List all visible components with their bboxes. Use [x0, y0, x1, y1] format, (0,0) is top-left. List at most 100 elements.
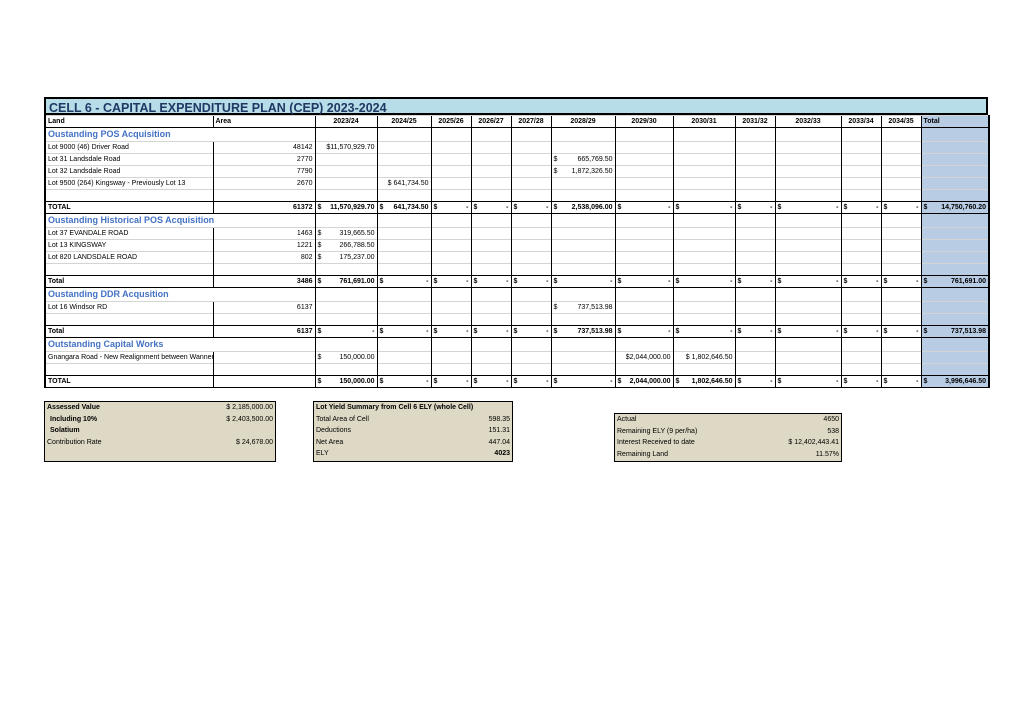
- cell: [212, 363, 315, 376]
- year-value: [510, 351, 551, 364]
- total-cell: [920, 301, 990, 314]
- cell: [430, 363, 471, 376]
- cell: [212, 189, 315, 202]
- lot-yield-row: Deductions 151.31: [314, 425, 512, 437]
- total-value: $ -: [672, 201, 735, 214]
- spacer-row: [44, 263, 990, 276]
- cep-table: Land Area 2023/24 2024/25 2025/26 2026/27 2027…: [44, 115, 990, 388]
- cell: [734, 313, 775, 326]
- total-value: $ -: [734, 375, 775, 388]
- total-cell: [920, 189, 990, 202]
- year-value: $150,000.00: [314, 351, 377, 364]
- year-value: [550, 351, 615, 364]
- year-value: [470, 301, 511, 314]
- table-row: Lot 32 Landsdale Road 7790 $1,872,326.50: [44, 165, 990, 178]
- cell: [550, 287, 615, 302]
- year-value: [880, 351, 921, 364]
- column-header: 2028/29: [550, 115, 615, 128]
- year-value: $737,513.98: [550, 301, 615, 314]
- lot-yield-heading-row: Lot Yield Summary from Cell 6 ELY (whole…: [314, 402, 512, 414]
- land-area: 48142: [212, 141, 315, 154]
- assessed-label: Including 10%: [50, 415, 98, 423]
- cell: [774, 213, 841, 228]
- year-value: [314, 301, 377, 314]
- total-value: $ -: [510, 375, 551, 388]
- cell: [430, 213, 471, 228]
- cell: [470, 127, 511, 142]
- year-value: [734, 153, 775, 166]
- total-value: $ -: [614, 325, 673, 338]
- cell: [774, 313, 841, 326]
- lot-yield-box: Lot Yield Summary from Cell 6 ELY (whole…: [313, 401, 513, 462]
- column-header: 2025/26: [430, 115, 471, 128]
- cell: [550, 213, 615, 228]
- total-value: $3,996,646.50: [920, 375, 990, 388]
- land-name: Lot 32 Landsdale Road: [44, 165, 213, 178]
- cell: [550, 337, 615, 352]
- year-value: $1,872,326.50: [550, 165, 615, 178]
- total-value: $ -: [840, 275, 881, 288]
- year-value: [470, 165, 511, 178]
- cell: [614, 189, 673, 202]
- column-header: 2026/27: [470, 115, 511, 128]
- spacer-row: [44, 363, 990, 376]
- section-heading: Outstanding Capital Works: [44, 337, 315, 352]
- year-value: [470, 177, 511, 190]
- cell: [840, 189, 881, 202]
- year-value: [734, 227, 775, 240]
- assessed-value: $ 24,678.00: [236, 438, 273, 446]
- land-area: 802: [212, 251, 315, 264]
- land-name: Lot 820 LANDSDALE ROAD: [44, 251, 213, 264]
- cell: [880, 263, 921, 276]
- year-value: [880, 227, 921, 240]
- total-value: $ -: [614, 275, 673, 288]
- cell: [314, 263, 377, 276]
- year-value: [376, 251, 431, 264]
- year-value: [510, 227, 551, 240]
- year-value: [550, 177, 615, 190]
- cell: [840, 313, 881, 326]
- cell: [734, 263, 775, 276]
- year-value: [840, 251, 881, 264]
- cell: [614, 263, 673, 276]
- total-cell: [920, 337, 990, 352]
- table-row: Lot 16 Windsor RD 6137 $737,513.98: [44, 301, 990, 314]
- year-value: [510, 251, 551, 264]
- total-value: $ -: [880, 201, 921, 214]
- cell: [212, 263, 315, 276]
- cell: [840, 127, 881, 142]
- total-value: $641,734.50: [376, 201, 431, 214]
- assessed-row: Including 10% $ 2,403,500.00: [45, 414, 275, 426]
- cell: [510, 213, 551, 228]
- total-value: $ -: [734, 201, 775, 214]
- year-value: [840, 301, 881, 314]
- cell: [376, 363, 431, 376]
- year-value: [430, 251, 471, 264]
- column-header: 2027/28: [510, 115, 551, 128]
- cep-sheet: CELL 6 - CAPITAL EXPENDITURE PLAN (CEP) …: [44, 97, 990, 388]
- table-row: Gnangara Road - New Realignment between …: [44, 351, 990, 364]
- cell: [314, 287, 377, 302]
- cell: [880, 313, 921, 326]
- year-value: [880, 301, 921, 314]
- total-area: 3486: [212, 275, 315, 288]
- cell: [470, 189, 511, 202]
- year-value: [614, 251, 673, 264]
- total-cell: [920, 141, 990, 154]
- year-value: [672, 227, 735, 240]
- cell: [510, 363, 551, 376]
- cell: [614, 127, 673, 142]
- section-heading: Oustanding Historical POS Acquisition: [44, 213, 315, 228]
- column-header: 2023/24: [314, 115, 377, 128]
- spacer-row: [44, 313, 990, 326]
- section-heading-row: Oustanding POS Acquisition: [44, 127, 990, 142]
- year-value: [614, 227, 673, 240]
- table-row: Lot 37 EVANDALE ROAD 1463 $319,665.50: [44, 227, 990, 240]
- spacer-row: [44, 189, 990, 202]
- land-area: 7790: [212, 165, 315, 178]
- cell: [614, 313, 673, 326]
- year-value: [774, 251, 841, 264]
- year-value: [880, 153, 921, 166]
- cell: [614, 363, 673, 376]
- total-value: $761,691.00: [314, 275, 377, 288]
